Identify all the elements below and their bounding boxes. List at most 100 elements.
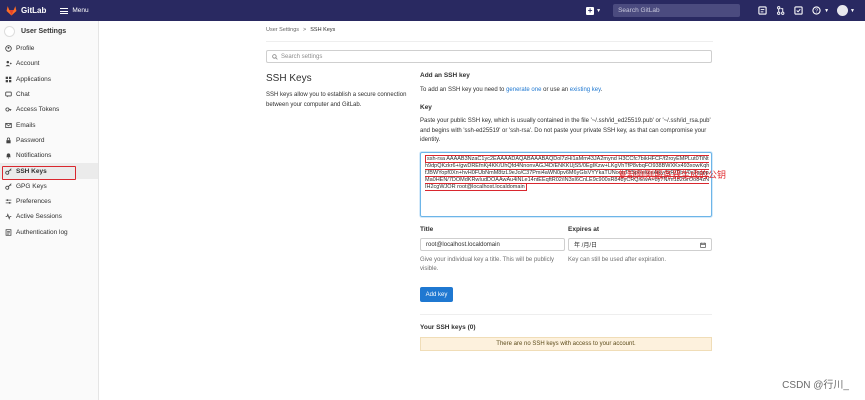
sidebar-item-active-sessions[interactable]: Active Sessions [0,209,98,224]
sidebar-item-label: Notifications [16,152,52,160]
sidebar-item-label: GPG Keys [16,182,47,190]
lock-icon [5,137,12,144]
key-icon [5,183,12,190]
sidebar-item-label: Profile [16,45,35,53]
sidebar-item-gpg-keys[interactable]: GPG Keys [0,179,98,194]
sliders-icon [5,198,12,205]
annotation-note: 复制刚刚服务器生成的公钥 [618,170,727,180]
issues-icon[interactable] [756,5,768,17]
sidebar-item-label: Applications [16,75,52,83]
title-expires-row: Title root@localhost.localdomain Give yo… [420,226,712,274]
no-keys-notice: There are no SSH keys with access to you… [420,337,712,351]
sidebar-item-account[interactable]: Account [0,56,98,71]
add-key-button[interactable]: Add key [420,287,453,302]
hamburger-icon [60,7,69,14]
search-icon [272,53,278,60]
key-label: Key [420,104,432,111]
breadcrumb-parent[interactable]: User Settings [266,27,299,33]
sessions-icon [5,213,12,221]
add-ssh-key-form: Add an SSH key To add an SSH key you nee… [420,72,712,217]
breadcrumb: User Settings > SSH Keys [266,27,335,33]
merge-request-icon[interactable] [774,5,786,17]
generate-one-link[interactable]: generate one [506,87,541,93]
sidebar-item-access-tokens[interactable]: Access Tokens [0,102,98,117]
sidebar-item-label: Emails [16,121,36,129]
applications-icon [5,76,12,83]
sidebar-item-label: Access Tokens [16,106,60,114]
brand[interactable]: GitLab [6,5,46,16]
sidebar-item-label: Chat [16,91,30,99]
avatar [4,25,15,37]
form-heading: Add an SSH key [420,72,470,79]
chat-icon [5,91,12,98]
brand-name: GitLab [21,6,47,15]
sidebar-item-preferences[interactable]: Preferences [0,194,98,209]
expires-date-input[interactable]: 年 /月/日 [568,238,712,251]
expires-value: 年 /月/日 [574,243,598,249]
sidebar-item-label: Preferences [16,198,52,206]
page-title: SSH Keys [266,73,312,84]
divider [266,41,713,42]
calendar-icon[interactable] [700,242,706,248]
new-dropdown-button[interactable]: + ▼ [586,5,602,15]
main-content: User Settings > SSH Keys Search settings… [99,21,865,400]
settings-search-placeholder: Search settings [281,53,323,60]
sidebar-item-label: Active Sessions [16,213,62,221]
sidebar-item-profile[interactable]: Profile [0,41,98,56]
title-group: Title root@localhost.localdomain Give yo… [420,226,565,274]
title-input[interactable]: root@localhost.localdomain [420,238,565,251]
gitlab-logo-icon [6,6,17,16]
sidebar-item-label: Account [16,60,40,68]
menu-label: Menu [72,7,89,14]
expires-hint: Key can still be used after expiration. [568,257,667,263]
settings-sidebar: User Settings Profile Account Applications… [0,21,99,400]
key-help-text: Paste your public SSH key, which is usua… [420,118,711,143]
breadcrumb-separator: > [303,27,307,33]
sidebar-item-label: Password [16,136,45,144]
your-ssh-keys-heading: Your SSH keys (0) [420,324,476,331]
highlight-box [2,166,76,180]
existing-key-link[interactable]: existing key [570,87,601,93]
search-input[interactable]: Search GitLab [613,4,741,17]
sidebar-item-notifications[interactable]: Notifications [0,148,98,163]
expires-group: Expires at 年 /月/日 Key can still be used … [568,226,712,274]
sidebar-item-emails[interactable]: Emails [0,117,98,132]
key-textarea[interactable]: ssh-rsa AAAAB3NzaC1yc2EAAAADAQABAAABAQDo… [420,151,712,217]
sidebar-header[interactable]: User Settings [0,21,98,41]
profile-icon [5,45,12,52]
sidebar-item-authentication-log[interactable]: Authentication log [0,225,98,240]
email-icon [5,122,12,129]
sidebar-item-password[interactable]: Password [0,133,98,148]
ssh-keys-intro: SSH Keys SSH keys allow you to establish… [266,73,416,110]
instructions-or: or use an [541,87,570,93]
settings-search-input[interactable]: Search settings [266,50,712,63]
account-icon [5,60,12,67]
help-icon[interactable]: ? [810,5,822,17]
watermark: CSDN @行川_ [782,380,849,391]
instructions-text: To add an SSH key you need to [420,87,507,93]
sidebar-item-applications[interactable]: Applications [0,72,98,87]
menu-button[interactable]: Menu [60,7,89,14]
svg-text:?: ? [815,8,818,14]
top-navbar: GitLab Menu + ▼ Search GitLab ? ▼ ▼ [0,0,865,21]
title-label: Title [420,226,434,233]
sidebar-item-label: Authentication log [16,228,68,236]
instructions-period: . [600,87,603,93]
add-key-instructions: To add an SSH key you need to generate o… [420,87,712,93]
chevron-down-icon: ▼ [850,7,855,14]
bell-icon [5,152,12,159]
navbar-right: + ▼ Search GitLab ? ▼ ▼ [586,0,855,21]
todo-icon[interactable] [792,5,804,17]
breadcrumb-current[interactable]: SSH Keys [310,27,335,33]
token-icon [5,106,12,113]
page-description: SSH keys allow you to establish a secure… [266,92,407,108]
expires-label: Expires at [568,226,600,233]
plus-icon: + [586,5,595,15]
sidebar-item-chat[interactable]: Chat [0,87,98,102]
log-icon [5,229,12,236]
chevron-down-icon: ▼ [596,7,602,14]
divider [420,314,712,315]
user-avatar[interactable] [837,5,849,16]
chevron-down-icon: ▼ [824,7,830,14]
title-hint: Give your individual key a title. This w… [420,257,554,272]
